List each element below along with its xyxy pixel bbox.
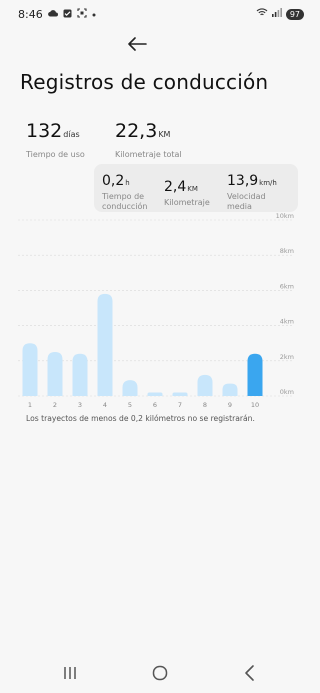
x-tick-label: 9 (228, 401, 232, 409)
usage-days-label: Tiempo de uso (26, 150, 85, 159)
chart-bar[interactable] (147, 392, 163, 396)
avg-speed-label: Velocidad media (227, 192, 266, 211)
status-left: 8:46 (18, 8, 96, 21)
page-title: Registros de conducción (20, 70, 269, 94)
chart-bar[interactable] (172, 392, 188, 396)
daily-km-chart: 0km 2km 4km 6km 8km 10km 1 2 3 4 5 6 7 8 9 10 (18, 212, 294, 409)
arrow-left-icon (127, 36, 147, 55)
drive-distance-label: Kilometraje (164, 198, 210, 207)
drive-distance-stat: 2,4KM (164, 176, 198, 195)
total-km-unit: KM (158, 130, 171, 139)
total-km-value: 22,3 (115, 120, 158, 142)
chart-bar[interactable] (197, 374, 213, 396)
dot-icon (92, 10, 96, 20)
x-tick-label: 3 (78, 401, 82, 409)
total-km-label: Kilometraje total (115, 150, 182, 159)
chart-bar[interactable] (22, 343, 38, 396)
avg-speed-unit: km/h (259, 179, 277, 187)
drive-time-label: Tiempo de conducción (102, 192, 148, 211)
y-tick-label: 6km (280, 282, 294, 290)
y-tick-label: 10km (276, 212, 294, 220)
selected-day-summary-card: 0,2h Tiempo de conducción 2,4KM Kilometr… (94, 164, 298, 212)
back-button[interactable] (124, 34, 150, 56)
x-tick-label: 4 (103, 401, 107, 409)
y-tick-label: 0km (280, 388, 294, 396)
wifi-icon (256, 8, 268, 20)
usage-days-unit: días (63, 130, 80, 139)
cloud-icon (47, 9, 58, 20)
signal-icon (271, 8, 282, 20)
x-tick-label: 8 (203, 401, 207, 409)
chart-bar[interactable] (247, 353, 263, 396)
battery-level: 97 (289, 9, 300, 19)
avg-speed-stat: 13,9km/h (227, 170, 277, 189)
x-tick-label: 6 (153, 401, 157, 409)
status-bar: 8:46 97 (0, 0, 320, 30)
y-tick-label: 4km (280, 318, 294, 326)
chart-bar[interactable] (222, 383, 238, 396)
recent-apps-button[interactable] (58, 661, 82, 685)
drive-time-unit: h (125, 179, 130, 187)
status-time: 8:46 (18, 8, 43, 21)
drive-distance-value: 2,4 (164, 179, 187, 195)
drive-time-stat: 0,2h (102, 170, 130, 189)
y-tick-label: 2km (280, 353, 294, 361)
x-tick-label: 5 (128, 401, 132, 409)
status-right: 97 (256, 8, 304, 20)
screenshot-icon (77, 8, 87, 21)
min-distance-note: Los trayectos de menos de 0,2 kilómetros… (26, 414, 255, 423)
chart-bar[interactable] (97, 293, 113, 396)
x-tick-label: 10 (251, 401, 259, 409)
drive-distance-unit: KM (187, 185, 198, 193)
chart-bar[interactable] (122, 380, 138, 396)
usage-days-value: 132 (26, 120, 63, 142)
system-nav-bar (0, 653, 320, 693)
drive-time-value: 0,2 (102, 173, 125, 189)
x-tick-label: 7 (178, 401, 182, 409)
recent-apps-icon (58, 667, 82, 689)
nav-back-button[interactable] (238, 661, 262, 685)
home-icon (148, 665, 172, 689)
x-tick-label: 2 (53, 401, 57, 409)
back-nav-icon (238, 665, 262, 689)
y-tick-label: 8km (280, 247, 294, 255)
battery-icon: 97 (285, 8, 304, 20)
chart-bar[interactable] (72, 353, 88, 396)
usage-days-stat: 132días (26, 120, 80, 142)
check-box-icon (63, 9, 72, 21)
chart-bar[interactable] (47, 352, 63, 396)
home-button[interactable] (148, 661, 172, 685)
avg-speed-value: 13,9 (227, 173, 259, 189)
x-tick-label: 1 (28, 401, 32, 409)
total-km-stat: 22,3KM (115, 120, 170, 142)
